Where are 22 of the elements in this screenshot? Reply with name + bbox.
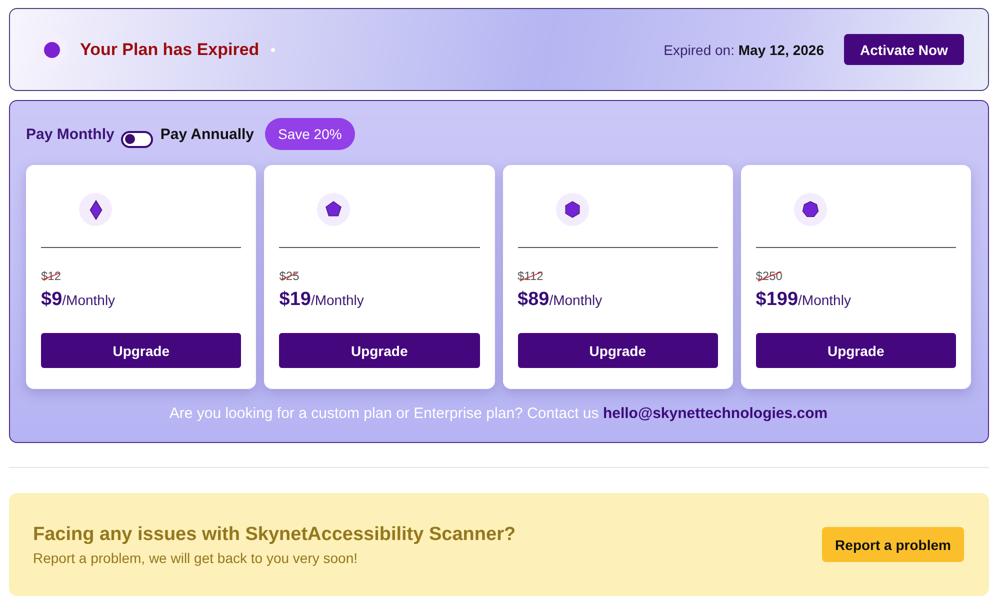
banner-title: Your Plan has Expired <box>80 40 260 60</box>
contact-text: Are you looking for a custom plan or Enterprise plan? Contact us <box>169 405 599 422</box>
save-badge: Save 20% <box>265 118 355 150</box>
plan-price: $9/Monthly <box>41 288 116 312</box>
billing-option-label: Pay Monthly <box>26 126 114 142</box>
upgrade-button[interactable]: Upgrade <box>41 333 242 368</box>
small-dot-icon <box>271 48 276 52</box>
heptagon-icon <box>794 193 827 226</box>
billing-toggle[interactable] <box>121 130 154 148</box>
report-problem-button[interactable]: Report a problem <box>822 527 964 562</box>
upgrade-button[interactable]: Upgrade <box>756 333 956 368</box>
email-link[interactable]: hello@skynettechnologies.com <box>602 405 828 422</box>
upgrade-button[interactable]: Upgrade <box>518 333 718 368</box>
plan-price: $199/Monthly <box>756 288 851 312</box>
plan-price: $19/Monthly <box>279 288 364 312</box>
activate-now-button[interactable]: Activate Now <box>844 34 964 65</box>
billing-option-label: Pay Annually <box>160 126 254 142</box>
upgrade-button[interactable]: Upgrade <box>279 333 480 368</box>
support-title: Facing any issues with SkynetAccessibility Scanner? <box>33 524 516 546</box>
plan-price: $89/Monthly <box>518 288 602 312</box>
expiry-date-text: Expired on: May 12, 2026 <box>664 42 824 58</box>
support-subtitle: Report a problem, we will get back to you very soon! <box>33 550 358 566</box>
